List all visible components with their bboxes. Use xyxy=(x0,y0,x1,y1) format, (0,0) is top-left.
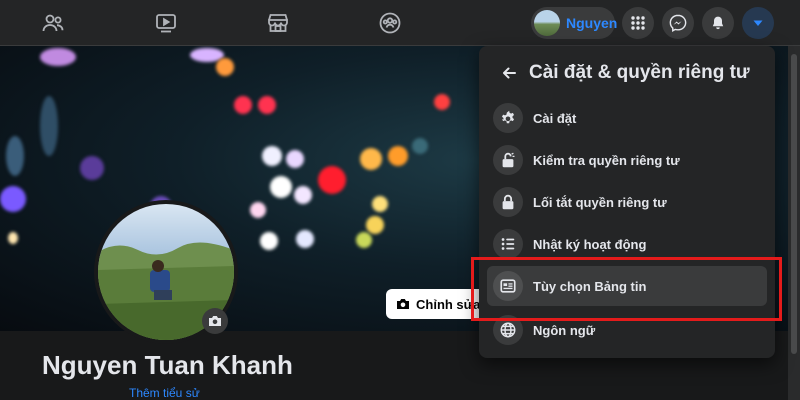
menu-item-label: Nhật ký hoạt động xyxy=(533,236,647,252)
lock-icon xyxy=(493,187,523,217)
profile-shortcut-button[interactable]: Nguyen xyxy=(531,7,618,39)
menu-item-language[interactable]: Ngôn ngữ xyxy=(487,310,767,350)
page-scrollbar[interactable] xyxy=(788,46,800,400)
menu-item-label: Tùy chọn Bảng tin xyxy=(533,278,647,294)
menu-item-activity-log[interactable]: Nhật ký hoạt động xyxy=(487,224,767,264)
account-menu-button[interactable] xyxy=(742,7,774,39)
menu-item-settings[interactable]: Cài đặt xyxy=(487,98,767,138)
menu-header: Cài đặt & quyền riêng tư xyxy=(479,58,775,88)
menu-item-privacy-shortcuts[interactable]: Lối tắt quyền riêng tư xyxy=(487,182,767,222)
menu-grid-button[interactable] xyxy=(622,7,654,39)
profile-shortcut-name: Nguyen xyxy=(566,15,618,31)
messenger-icon xyxy=(669,14,687,32)
globe-icon xyxy=(493,315,523,345)
avatar xyxy=(534,10,560,36)
menu-item-label: Kiểm tra quyền riêng tư xyxy=(533,152,680,168)
news-feed-icon xyxy=(493,271,523,301)
account-caret-icon xyxy=(753,20,763,26)
update-profile-picture-button[interactable] xyxy=(202,308,228,334)
top-navigation-bar: Nguyen xyxy=(0,0,800,46)
gear-icon xyxy=(493,103,523,133)
back-button[interactable] xyxy=(494,58,524,88)
menu-title: Cài đặt & quyền riêng tư xyxy=(529,62,750,83)
menu-item-news-feed-preferences[interactable]: Tùy chọn Bảng tin xyxy=(487,266,767,306)
notifications-bell-icon xyxy=(712,16,724,30)
camera-icon xyxy=(209,316,221,326)
camera-icon xyxy=(397,299,409,309)
menu-item-label: Cài đặt xyxy=(533,110,577,126)
profile-name: Nguyen Tuan Khanh xyxy=(42,350,293,380)
scrollbar-thumb[interactable] xyxy=(791,54,797,354)
menu-item-privacy-checkup[interactable]: Kiểm tra quyền riêng tư xyxy=(487,140,767,180)
settings-privacy-menu: Cài đặt & quyền riêng tư Cài đặt Kiểm tr… xyxy=(479,46,775,358)
friends-icon[interactable] xyxy=(39,9,67,37)
groups-icon[interactable] xyxy=(376,9,404,37)
arrow-left-icon xyxy=(503,67,516,79)
list-icon xyxy=(493,229,523,259)
add-bio-link[interactable]: Thêm tiểu sử xyxy=(129,386,200,400)
notifications-button[interactable] xyxy=(702,7,734,39)
lock-open-icon xyxy=(493,145,523,175)
messenger-button[interactable] xyxy=(662,7,694,39)
marketplace-icon[interactable] xyxy=(264,9,292,37)
menu-grid-icon xyxy=(631,16,645,30)
menu-item-label: Lối tắt quyền riêng tư xyxy=(533,194,667,210)
watch-icon[interactable] xyxy=(152,9,180,37)
menu-item-label: Ngôn ngữ xyxy=(533,322,596,338)
facebook-profile-page: Nguyen Chỉnh sửa ả Nguyen Tuan Khanh Thê… xyxy=(0,0,800,400)
